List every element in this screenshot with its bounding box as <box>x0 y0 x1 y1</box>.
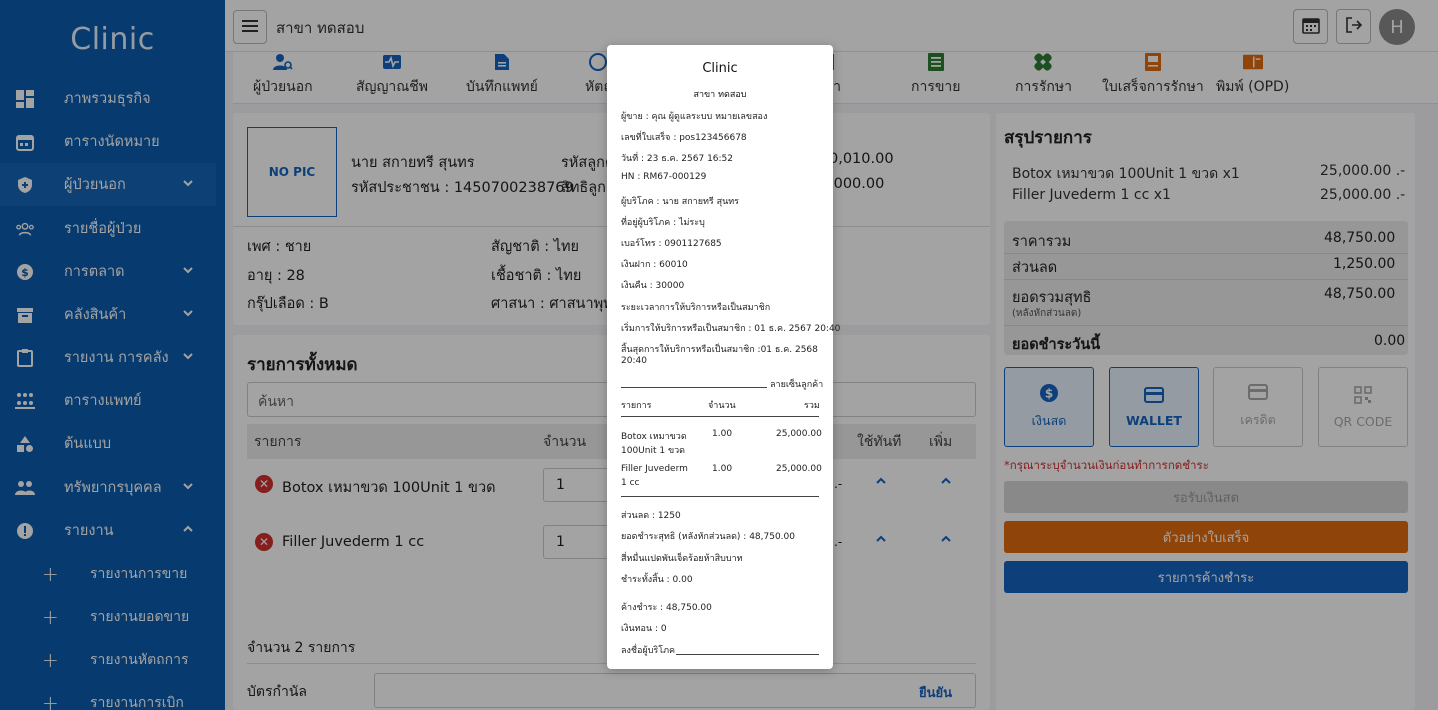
receipt-row-name: Filler Juvederm <box>621 464 688 474</box>
receipt-row-name: Botox เหมาขวด <box>621 432 687 442</box>
receipt-change: เงินทอน : 0 <box>621 624 667 634</box>
receipt-col-qty: จำนวน <box>708 401 736 411</box>
receipt-row-qty: 1.00 <box>712 429 733 439</box>
receipt-discount: ส่วนลด : 1250 <box>621 511 681 521</box>
receipt-preview-modal: Clinic สาขา ทดสอบ ผู้ขาย : คุณ ผู้ดูแลระ… <box>607 45 840 669</box>
signature-line <box>676 654 819 655</box>
receipt-date: วันที่ : 23 ธ.ค. 2567 16:52 <box>621 154 734 164</box>
receipt-membership-end-time: 20:40 <box>621 356 647 366</box>
receipt-row-total: 25,000.00 <box>776 464 822 474</box>
receipt-deposit: เงินฝาก : 60010 <box>621 260 688 270</box>
receipt-col-item: รายการ <box>621 401 652 411</box>
receipt-row-qty: 1.00 <box>712 464 733 474</box>
receipt-hn: HN : RM67-000129 <box>621 172 707 182</box>
receipt-net: ยอดชำระสุทธิ (หลังหักส่วนลด) : 48,750.00 <box>621 532 795 542</box>
receipt-net-words: สี่หมื่นแปดพันเจ็ดร้อยห้าสิบบาท <box>621 554 743 564</box>
receipt-address: ที่อยู่ผู้บริโภค : ไม่ระบุ <box>621 218 705 228</box>
receipt-row-total: 25,000.00 <box>776 429 822 439</box>
receipt-number: เลขที่ใบเสร็จ : pos123456678 <box>621 133 747 143</box>
divider <box>621 416 819 417</box>
receipt-row-name-2: 100Unit 1 ขวด <box>621 446 685 456</box>
receipt-row-name-2: 1 cc <box>621 478 640 488</box>
receipt-phone: เบอร์โทร : 0901127685 <box>621 239 722 249</box>
receipt-paid: ชำระทั้งสิ้น : 0.00 <box>621 575 693 585</box>
receipt-col-total: รวม <box>804 401 820 411</box>
receipt-outstanding: ค้างชำระ : 48,750.00 <box>621 603 712 613</box>
receipt-membership-title: ระยะเวลาการให้บริการหรือเป็นสมาชิก <box>621 303 771 313</box>
receipt-membership-end: สิ้นสุดการให้บริการหรือเป็นสมาชิก :01 ธ.… <box>621 345 818 355</box>
receipt-membership-start: เริ่มการให้บริการหรือเป็นสมาชิก : 01 ธ.ค… <box>621 324 841 334</box>
receipt-title: Clinic <box>702 61 738 76</box>
receipt-customer: ผู้บริโภค : นาย สกายทรี สุนทร <box>621 197 740 207</box>
receipt-consumer-signature-label: ลงชื่อผู้บริโภค <box>621 646 676 656</box>
signature-line <box>621 387 767 388</box>
receipt-customer-signature-label: ลายเซ็นลูกค้า <box>770 380 824 390</box>
receipt-seller: ผู้ขาย : คุณ ผู้ดูแลระบบ หมายเลขสอง <box>621 112 768 122</box>
divider <box>621 496 819 497</box>
receipt-refund: เงินคืน : 30000 <box>621 281 685 291</box>
receipt-branch: สาขา ทดสอบ <box>693 90 747 100</box>
